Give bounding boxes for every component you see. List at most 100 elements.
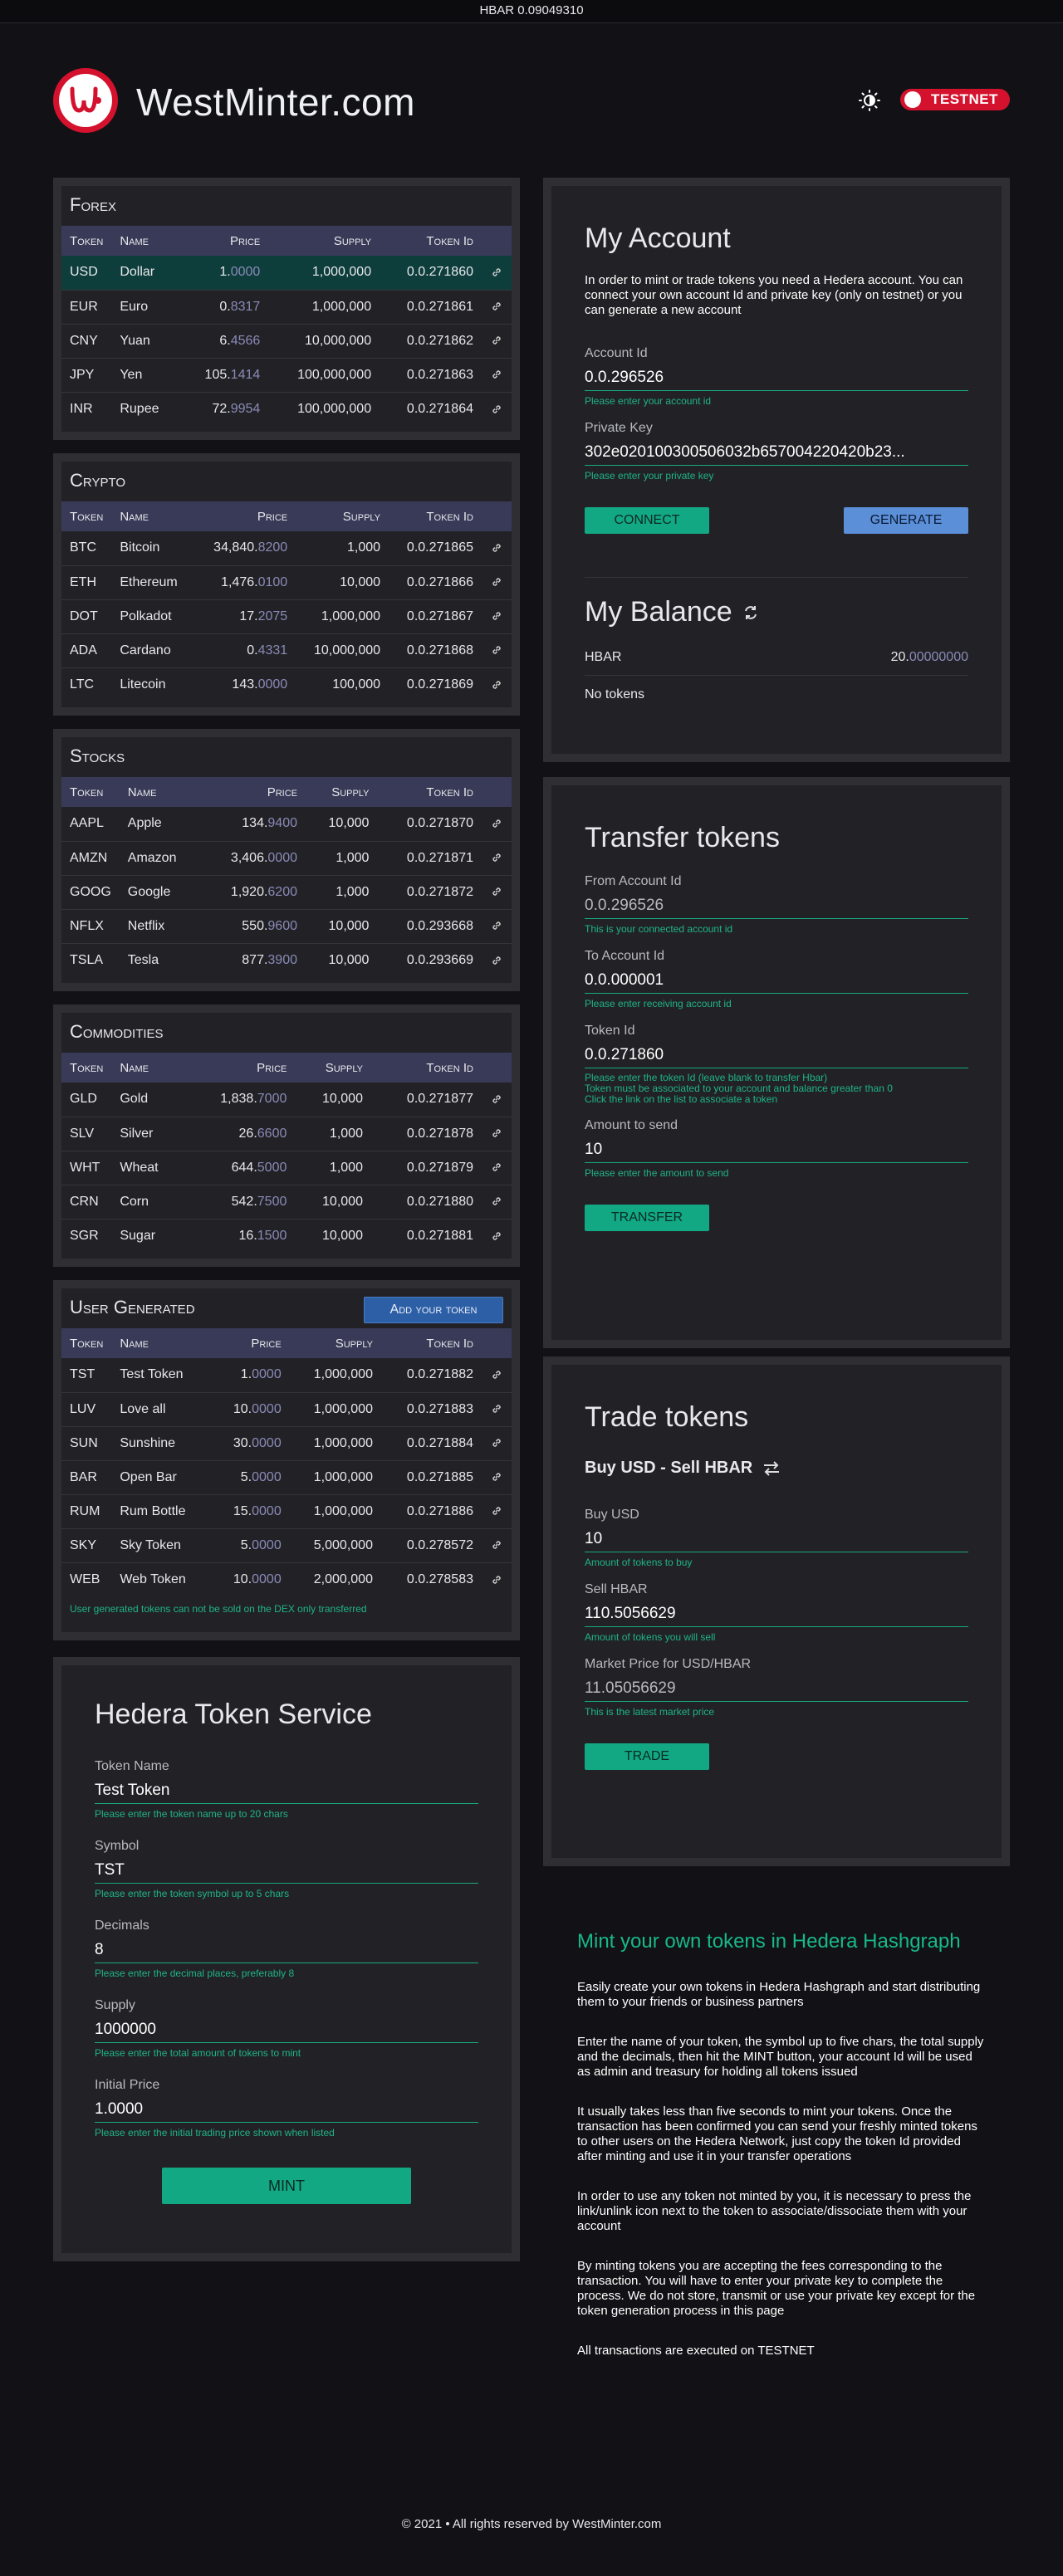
- link-icon[interactable]: [490, 575, 503, 589]
- table-row[interactable]: WHT Wheat 644.5000 1,000 0.0.271879: [61, 1150, 512, 1185]
- link-icon[interactable]: [490, 300, 503, 313]
- associate-link[interactable]: [482, 1150, 512, 1185]
- table-row[interactable]: SGR Sugar 16.1500 10,000 0.0.271881: [61, 1218, 512, 1253]
- sell-amount-input[interactable]: 110.5056629: [585, 1602, 968, 1627]
- associate-link[interactable]: [482, 908, 512, 943]
- associate-link[interactable]: [482, 1391, 512, 1426]
- buy-amount-input[interactable]: 10: [585, 1528, 968, 1552]
- transfer-button[interactable]: TRANSFER: [585, 1205, 709, 1231]
- associate-link[interactable]: [482, 942, 512, 977]
- associate-link[interactable]: [482, 599, 512, 633]
- link-icon[interactable]: [490, 609, 503, 623]
- associate-link[interactable]: [482, 256, 512, 290]
- mint-button[interactable]: MINT: [162, 2168, 411, 2204]
- associate-link[interactable]: [482, 289, 512, 324]
- table-row[interactable]: CRN Corn 542.7500 10,000 0.0.271880: [61, 1184, 512, 1219]
- associate-link[interactable]: [482, 667, 512, 701]
- table-row[interactable]: LUV Love all 10.0000 1,000,000 0.0.271883: [61, 1391, 512, 1426]
- table-row[interactable]: GOOG Google 1,920.6200 1,000 0.0.271872: [61, 874, 512, 909]
- associate-link[interactable]: [482, 323, 512, 358]
- to-account-input[interactable]: 0.0.000001: [585, 969, 968, 994]
- link-icon[interactable]: [490, 334, 503, 347]
- link-icon[interactable]: [490, 1368, 503, 1381]
- link-icon[interactable]: [490, 851, 503, 864]
- table-row[interactable]: GLD Gold 1,838.7000 10,000 0.0.271877: [61, 1083, 512, 1117]
- link-icon[interactable]: [490, 1538, 503, 1552]
- table-row[interactable]: RUM Rum Bottle 15.0000 1,000,000 0.0.271886: [61, 1493, 512, 1528]
- link-icon[interactable]: [490, 541, 503, 555]
- link-icon[interactable]: [490, 885, 503, 898]
- swap-icon[interactable]: [762, 1460, 781, 1477]
- supply-input[interactable]: 1000000: [95, 2018, 478, 2043]
- theme-toggle-icon[interactable]: [859, 90, 880, 111]
- table-row[interactable]: TSLA Tesla 877.3900 10,000 0.0.293669: [61, 942, 512, 977]
- table-row[interactable]: SLV Silver 26.6600 1,000 0.0.271878: [61, 1116, 512, 1151]
- associate-link[interactable]: [482, 840, 512, 875]
- table-row[interactable]: AMZN Amazon 3,406.0000 1,000 0.0.271871: [61, 840, 512, 875]
- link-icon[interactable]: [490, 1127, 503, 1140]
- trade-button[interactable]: TRADE: [585, 1743, 709, 1770]
- link-icon[interactable]: [490, 1402, 503, 1415]
- associate-link[interactable]: [482, 1528, 512, 1562]
- table-row[interactable]: ETH Ethereum 1,476.0100 10,000 0.0.271866: [61, 565, 512, 599]
- associate-link[interactable]: [482, 565, 512, 599]
- link-icon[interactable]: [490, 1470, 503, 1484]
- table-row[interactable]: WEB Web Token 10.0000 2,000,000 0.0.278583: [61, 1562, 512, 1596]
- associate-link[interactable]: [482, 1358, 512, 1392]
- table-row[interactable]: CNY Yuan 6.4566 10,000,000 0.0.271862: [61, 323, 512, 358]
- link-icon[interactable]: [490, 266, 503, 279]
- associate-link[interactable]: [482, 1116, 512, 1151]
- link-icon[interactable]: [490, 1195, 503, 1208]
- token-name-input[interactable]: Test Token: [95, 1779, 478, 1804]
- table-row[interactable]: JPY Yen 105.1414 100,000,000 0.0.271863: [61, 357, 512, 392]
- associate-link[interactable]: [482, 1562, 512, 1596]
- account-id-input[interactable]: 0.0.296526: [585, 366, 968, 391]
- generate-button[interactable]: GENERATE: [844, 507, 968, 534]
- table-row[interactable]: BTC Bitcoin 34,840.8200 1,000 0.0.271865: [61, 531, 512, 565]
- add-token-button[interactable]: Add your token: [364, 1297, 503, 1323]
- associate-link[interactable]: [482, 1083, 512, 1117]
- associate-link[interactable]: [482, 1459, 512, 1494]
- link-icon[interactable]: [490, 368, 503, 381]
- table-row[interactable]: USD Dollar 1.0000 1,000,000 0.0.271860: [61, 256, 512, 290]
- associate-link[interactable]: [482, 1425, 512, 1460]
- link-icon[interactable]: [490, 954, 503, 967]
- initial-price-input[interactable]: 1.0000: [95, 2098, 478, 2123]
- logo[interactable]: [53, 68, 118, 133]
- link-icon[interactable]: [490, 1229, 503, 1243]
- associate-link[interactable]: [482, 1493, 512, 1528]
- decimals-input[interactable]: 8: [95, 1938, 478, 1963]
- associate-link[interactable]: [482, 874, 512, 909]
- connect-button[interactable]: CONNECT: [585, 507, 709, 534]
- table-row[interactable]: ADA Cardano 0.4331 10,000,000 0.0.271868: [61, 633, 512, 667]
- link-icon[interactable]: [490, 643, 503, 657]
- table-row[interactable]: SKY Sky Token 5.0000 5,000,000 0.0.278572: [61, 1528, 512, 1562]
- associate-link[interactable]: [482, 807, 512, 841]
- associate-link[interactable]: [482, 391, 512, 426]
- table-row[interactable]: DOT Polkadot 17.2075 1,000,000 0.0.271867: [61, 599, 512, 633]
- link-icon[interactable]: [490, 817, 503, 830]
- associate-link[interactable]: [482, 1218, 512, 1253]
- link-icon[interactable]: [490, 678, 503, 692]
- network-toggle[interactable]: TESTNET: [900, 89, 1010, 110]
- private-key-input[interactable]: 302e020100300506032b657004220420b23...: [585, 441, 968, 466]
- link-icon[interactable]: [490, 1092, 503, 1106]
- symbol-input[interactable]: TST: [95, 1859, 478, 1884]
- associate-link[interactable]: [482, 531, 512, 565]
- link-icon[interactable]: [490, 1161, 503, 1174]
- link-icon[interactable]: [490, 403, 503, 416]
- table-row[interactable]: LTC Litecoin 143.0000 100,000 0.0.271869: [61, 667, 512, 701]
- amount-input[interactable]: 10: [585, 1138, 968, 1163]
- link-icon[interactable]: [490, 1436, 503, 1449]
- token-id-input[interactable]: 0.0.271860: [585, 1044, 968, 1068]
- associate-link[interactable]: [482, 357, 512, 392]
- table-row[interactable]: AAPL Apple 134.9400 10,000 0.0.271870: [61, 807, 512, 841]
- table-row[interactable]: BAR Open Bar 5.0000 1,000,000 0.0.271885: [61, 1459, 512, 1494]
- link-icon[interactable]: [490, 1504, 503, 1518]
- table-row[interactable]: INR Rupee 72.9954 100,000,000 0.0.271864: [61, 391, 512, 426]
- table-row[interactable]: SUN Sunshine 30.0000 1,000,000 0.0.271884: [61, 1425, 512, 1460]
- refresh-icon[interactable]: [742, 604, 759, 621]
- link-icon[interactable]: [490, 1573, 503, 1586]
- link-icon[interactable]: [490, 919, 503, 932]
- associate-link[interactable]: [482, 633, 512, 667]
